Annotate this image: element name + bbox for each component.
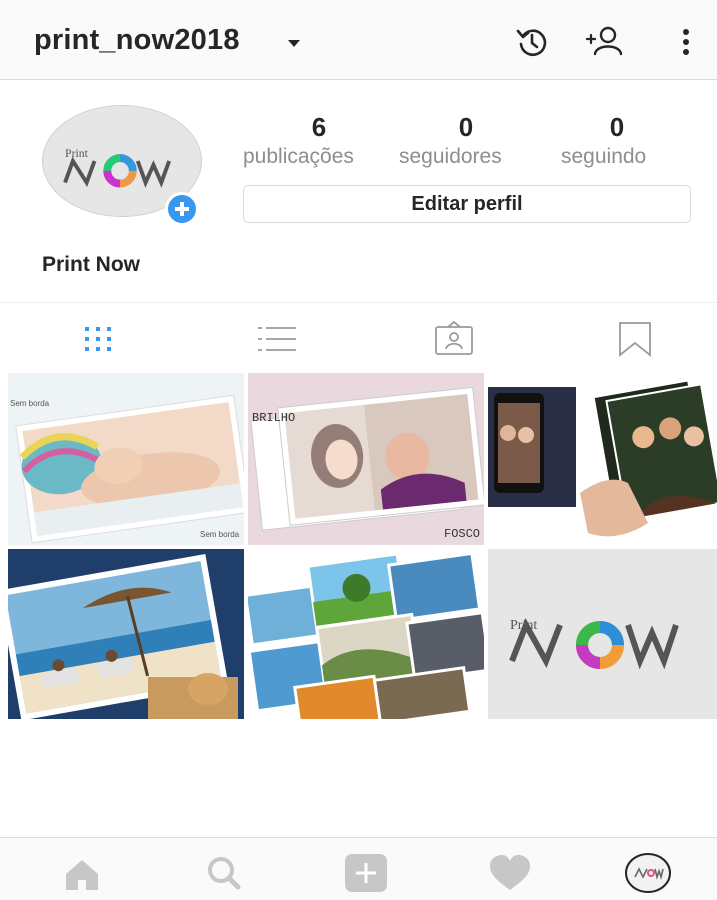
stat-posts-label: publicações	[243, 145, 354, 168]
username-title[interactable]: print_now2018	[34, 24, 240, 57]
add-icon[interactable]	[342, 852, 390, 894]
edit-profile-button[interactable]: Editar perfil	[243, 185, 691, 223]
svg-text:Print: Print	[65, 147, 89, 160]
heart-icon[interactable]	[486, 852, 534, 894]
display-name: Print Now	[42, 253, 140, 276]
grid-icon[interactable]	[78, 321, 118, 357]
post-thumbnail[interactable]	[8, 549, 244, 719]
stat-posts[interactable]: 6	[290, 112, 348, 142]
post-thumbnail[interactable]: BRILHO FOSCO	[248, 373, 484, 545]
stat-followers-count: 0	[458, 112, 474, 142]
history-icon[interactable]	[512, 22, 552, 62]
saved-icon[interactable]	[616, 321, 656, 357]
bottom-nav	[0, 837, 717, 900]
post-caption-top: Sem borda	[10, 399, 50, 408]
post-caption-bottom: FOSCO	[444, 527, 480, 541]
home-icon[interactable]	[58, 852, 106, 894]
list-icon[interactable]	[256, 321, 296, 357]
stat-followers[interactable]: 0	[437, 112, 495, 142]
stat-following[interactable]: 0	[588, 112, 646, 142]
post-caption-bottom: Sem borda	[200, 530, 240, 539]
stat-followers-label: seguidores	[399, 145, 502, 168]
post-thumbnail[interactable]: Print	[488, 549, 717, 719]
profile-avatar-icon[interactable]	[624, 852, 672, 894]
post-caption-top: BRILHO	[252, 411, 295, 425]
stat-following-label: seguindo	[561, 145, 647, 168]
stat-following-count: 0	[609, 112, 625, 142]
more-vertical-icon[interactable]	[666, 22, 706, 62]
profile-tabs	[0, 302, 717, 372]
post-thumbnail[interactable]	[488, 373, 717, 545]
stat-posts-count: 6	[311, 112, 327, 142]
add-story-icon[interactable]	[165, 192, 199, 226]
post-thumbnail[interactable]	[248, 549, 484, 719]
top-bar: print_now2018	[0, 0, 717, 80]
add-user-icon[interactable]	[584, 22, 624, 62]
caret-down-icon[interactable]	[288, 40, 300, 47]
post-thumbnail[interactable]: Sem borda Sem borda	[8, 373, 244, 545]
search-icon[interactable]	[200, 852, 248, 894]
tagged-icon[interactable]	[434, 320, 474, 357]
